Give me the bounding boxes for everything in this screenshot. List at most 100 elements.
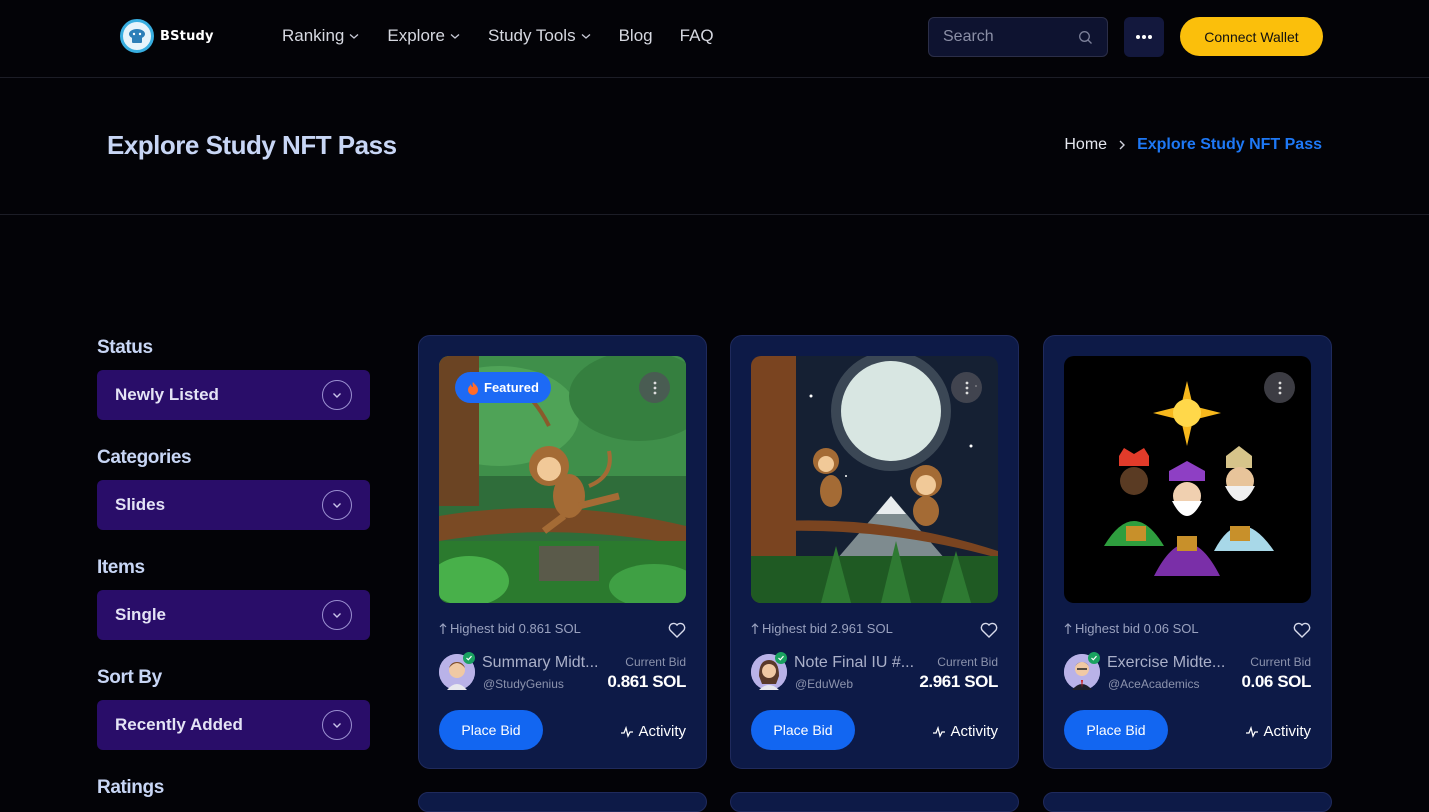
- verified-icon: [775, 652, 787, 664]
- logo-text: BStudy: [160, 28, 214, 44]
- site-logo[interactable]: BStudy: [120, 19, 214, 53]
- nav-faq[interactable]: FAQ: [680, 25, 714, 47]
- categories-select[interactable]: Slides: [97, 480, 370, 530]
- activity-label: Activity: [950, 723, 998, 740]
- card-options-button[interactable]: [951, 372, 982, 403]
- nft-card[interactable]: Featured Highest bid 0.861 SOL Summary M…: [418, 335, 707, 769]
- more-options-button[interactable]: [1124, 17, 1164, 57]
- filter-label-ratings: Ratings: [97, 777, 164, 798]
- current-bid-label: Current Bid: [625, 655, 686, 669]
- place-bid-button[interactable]: Place Bid: [439, 710, 543, 750]
- verified-icon: [463, 652, 475, 664]
- nav-ranking[interactable]: Ranking: [282, 25, 360, 47]
- nav-label: FAQ: [679, 26, 714, 45]
- activity-icon: [1246, 725, 1259, 738]
- search-box: [928, 17, 1108, 57]
- heart-icon[interactable]: [668, 622, 686, 638]
- owner-handle[interactable]: @AceAcademics: [1108, 677, 1200, 691]
- heart-icon[interactable]: [1293, 622, 1311, 638]
- fire-icon: [468, 381, 478, 395]
- chevron-right-icon: [1119, 140, 1126, 150]
- chevron-down-icon: [322, 710, 352, 740]
- nav-blog[interactable]: Blog: [619, 25, 653, 47]
- main-nav: Ranking Explore Study Tools Blog FAQ: [282, 25, 741, 47]
- current-bid-value: 2.961 SOL: [919, 672, 998, 691]
- vertical-ellipsis-icon: [1278, 381, 1281, 394]
- highest-bid-text: Highest bid 2.961 SOL: [762, 621, 893, 636]
- arrow-up-icon: [1064, 622, 1072, 634]
- search-icon[interactable]: [1078, 30, 1093, 45]
- owner-handle[interactable]: @StudyGenius: [483, 677, 564, 691]
- nft-card-next-row: [730, 792, 1019, 812]
- activity-link[interactable]: Activity: [620, 723, 686, 740]
- arrow-up-icon: [439, 622, 447, 634]
- filter-label-sort-by: Sort By: [97, 667, 162, 688]
- avatar[interactable]: [751, 652, 787, 690]
- chevron-down-icon: [322, 380, 352, 410]
- nft-title[interactable]: Exercise Midte...: [1107, 654, 1235, 672]
- activity-icon: [621, 725, 634, 738]
- selected-value: Slides: [115, 495, 166, 514]
- nav-label: Study Tools: [488, 26, 576, 45]
- heart-icon[interactable]: [980, 622, 998, 638]
- vertical-ellipsis-icon: [653, 381, 656, 394]
- nft-title[interactable]: Note Final IU #...: [794, 654, 922, 672]
- card-options-button[interactable]: [639, 372, 670, 403]
- nft-image-three-kings[interactable]: [1064, 356, 1311, 603]
- featured-label: Featured: [484, 380, 539, 395]
- owner-handle[interactable]: @EduWeb: [795, 677, 853, 691]
- place-bid-button[interactable]: Place Bid: [751, 710, 855, 750]
- nav-label: Blog: [618, 26, 653, 45]
- connect-wallet-button[interactable]: Connect Wallet: [1180, 17, 1323, 56]
- highest-bid: Highest bid 0.861 SOL: [439, 621, 581, 636]
- items-select[interactable]: Single: [97, 590, 370, 640]
- selected-value: Newly Listed: [115, 385, 219, 404]
- current-bid-value: 0.06 SOL: [1241, 672, 1311, 691]
- breadcrumb-home-link[interactable]: Home: [1064, 136, 1107, 154]
- selected-value: Recently Added: [115, 715, 243, 734]
- nft-image-moon-monkeys[interactable]: [751, 356, 998, 603]
- nft-card-next-row: [418, 792, 707, 812]
- nft-image-jungle-monkey[interactable]: Featured: [439, 356, 686, 603]
- filter-label-status: Status: [97, 337, 153, 358]
- breadcrumb-current: Explore Study NFT Pass: [1137, 136, 1322, 153]
- chevron-down-icon: [450, 34, 460, 39]
- page-title: Explore Study NFT Pass: [107, 130, 397, 160]
- highest-bid: Highest bid 2.961 SOL: [751, 621, 893, 636]
- chevron-down-icon: [322, 600, 352, 630]
- nav-explore[interactable]: Explore: [387, 25, 461, 47]
- avatar[interactable]: [439, 652, 475, 690]
- highest-bid-text: Highest bid 0.06 SOL: [1075, 621, 1199, 636]
- place-bid-button[interactable]: Place Bid: [1064, 710, 1168, 750]
- sort-by-select[interactable]: Recently Added: [97, 700, 370, 750]
- filter-label-categories: Categories: [97, 447, 192, 468]
- page-banner: Explore Study NFT Pass Home Explore Stud…: [0, 78, 1429, 215]
- verified-icon: [1088, 652, 1100, 664]
- logo-icon: [120, 19, 154, 53]
- nft-title[interactable]: Summary Midt...: [482, 654, 610, 672]
- activity-link[interactable]: Activity: [1245, 723, 1311, 740]
- activity-label: Activity: [1263, 723, 1311, 740]
- search-input[interactable]: [943, 28, 1073, 46]
- selected-value: Single: [115, 605, 167, 624]
- breadcrumb: Home Explore Study NFT Pass: [1064, 136, 1322, 154]
- top-navbar: BStudy Ranking Explore Study Tools Blog …: [0, 0, 1429, 78]
- chevron-down-icon: [581, 34, 591, 39]
- nav-label: Ranking: [282, 26, 345, 45]
- status-select[interactable]: Newly Listed: [97, 370, 370, 420]
- activity-label: Activity: [638, 723, 686, 740]
- nft-card[interactable]: Highest bid 0.06 SOL Exercise Midte... @…: [1043, 335, 1332, 769]
- ellipsis-icon: [1136, 35, 1152, 39]
- nft-card-next-row: [1043, 792, 1332, 812]
- nft-card[interactable]: Highest bid 2.961 SOL Note Final IU #...…: [730, 335, 1019, 769]
- current-bid-label: Current Bid: [937, 655, 998, 669]
- activity-link[interactable]: Activity: [932, 723, 998, 740]
- current-bid-value: 0.861 SOL: [607, 672, 686, 691]
- featured-badge: Featured: [455, 372, 551, 403]
- filter-label-items: Items: [97, 557, 145, 578]
- chevron-down-icon: [322, 490, 352, 520]
- avatar[interactable]: [1064, 652, 1100, 690]
- card-options-button[interactable]: [1264, 372, 1295, 403]
- nav-study-tools[interactable]: Study Tools: [488, 25, 592, 47]
- nav-label: Explore: [387, 26, 446, 45]
